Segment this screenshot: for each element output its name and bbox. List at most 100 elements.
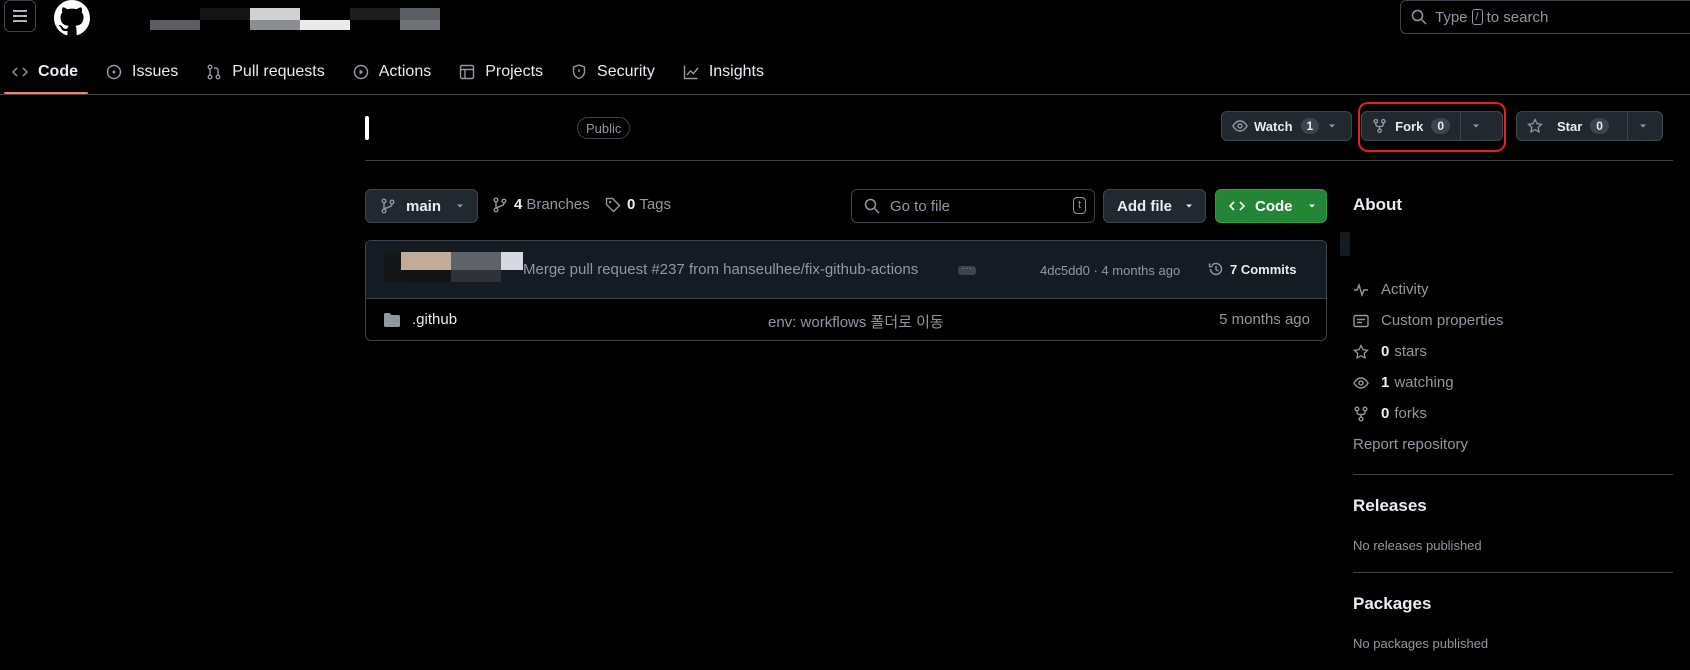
stars-link[interactable]: 0 stars bbox=[1353, 343, 1427, 360]
sidebar-divider bbox=[1353, 474, 1673, 475]
pulse-icon bbox=[1354, 282, 1368, 297]
eye-icon bbox=[1353, 376, 1369, 389]
file-table: Merge pull request #237 from hanseulhee/… bbox=[365, 240, 1327, 341]
star-dropdown[interactable] bbox=[1628, 112, 1658, 140]
star-icon bbox=[1353, 343, 1369, 359]
tags-link[interactable]: 0 Tags bbox=[605, 196, 671, 213]
file-name-link[interactable]: .github bbox=[412, 311, 457, 328]
repo-nav-tabs: Code Issues Pull requests Actions Projec… bbox=[0, 50, 780, 94]
go-to-file-placeholder: Go to file bbox=[890, 197, 951, 215]
file-commit-message[interactable]: env: workflows 폴더로 이동 bbox=[768, 311, 944, 332]
hamburger-icon bbox=[13, 10, 27, 22]
releases-note: No releases published bbox=[1353, 538, 1482, 553]
about-heading: About bbox=[1353, 195, 1403, 214]
add-file-button[interactable]: Add file bbox=[1103, 189, 1206, 223]
file-row[interactable]: .github env: workflows 폴더로 이동 5 months a… bbox=[366, 298, 1326, 342]
forks-link[interactable]: 0 forks bbox=[1353, 405, 1427, 422]
tab-label: Pull requests bbox=[232, 63, 325, 80]
expand-commit-button[interactable]: ··· bbox=[958, 264, 976, 275]
tab-label: Insights bbox=[708, 63, 764, 80]
star-button[interactable]: Star 0 bbox=[1516, 111, 1663, 141]
branch-select-button[interactable]: main bbox=[365, 189, 478, 223]
sidebar-divider bbox=[1353, 572, 1673, 573]
tab-label: Projects bbox=[485, 63, 544, 80]
packages-heading[interactable]: Packages bbox=[1353, 594, 1431, 614]
tab-code[interactable]: Code bbox=[0, 50, 88, 94]
issue-opened-icon bbox=[106, 64, 122, 80]
star-label: Star bbox=[1557, 118, 1583, 134]
tab-label: Actions bbox=[378, 63, 432, 80]
git-branch-icon bbox=[381, 198, 395, 214]
chevron-down-icon bbox=[457, 204, 464, 208]
folder-icon bbox=[384, 313, 400, 327]
branches-link[interactable]: 4 Branches bbox=[492, 196, 590, 213]
search-shortcut-key: / bbox=[1471, 9, 1483, 25]
tab-security[interactable]: Security bbox=[559, 50, 665, 94]
search-prefix: Type bbox=[1435, 8, 1468, 26]
tab-insights[interactable]: Insights bbox=[671, 50, 774, 94]
visibility-badge: Public bbox=[577, 117, 631, 139]
activity-label: Activity bbox=[1381, 281, 1429, 298]
commit-message-link[interactable]: Merge pull request #237 from hanseulhee/… bbox=[523, 261, 918, 278]
history-icon bbox=[1208, 262, 1223, 276]
tab-actions[interactable]: Actions bbox=[341, 50, 441, 94]
watch-label: Watch bbox=[1254, 118, 1293, 134]
tab-label: Issues bbox=[132, 63, 179, 80]
chevron-down-icon bbox=[1329, 124, 1336, 128]
stars-count: 0 bbox=[1381, 343, 1390, 360]
custom-properties-label: Custom properties bbox=[1381, 312, 1504, 329]
code-icon bbox=[12, 67, 28, 77]
tags-label: Tags bbox=[639, 196, 672, 213]
tab-projects[interactable]: Projects bbox=[447, 50, 553, 94]
play-icon bbox=[353, 64, 368, 80]
about-description-redacted bbox=[1340, 232, 1350, 256]
file-date: 5 months ago bbox=[1219, 311, 1310, 328]
note-icon bbox=[1353, 314, 1369, 327]
git-branch-icon bbox=[493, 197, 507, 212]
releases-heading[interactable]: Releases bbox=[1353, 496, 1427, 516]
menu-button[interactable] bbox=[4, 0, 36, 32]
tab-label: Code bbox=[38, 63, 78, 80]
watch-button[interactable]: Watch 1 bbox=[1221, 111, 1352, 141]
search-suffix: to search bbox=[1486, 8, 1549, 26]
graph-icon bbox=[683, 65, 699, 80]
github-logo-icon[interactable] bbox=[54, 0, 90, 36]
tab-label: Security bbox=[597, 63, 655, 80]
branches-count: 4 bbox=[514, 196, 523, 213]
code-button-label: Code bbox=[1255, 197, 1293, 215]
tab-issues[interactable]: Issues bbox=[94, 50, 188, 94]
code-icon bbox=[1229, 201, 1245, 211]
commit-meta[interactable]: 4dc5dd0 · 4 months ago bbox=[1040, 263, 1180, 278]
chevron-down-icon bbox=[1640, 124, 1646, 128]
search-icon bbox=[864, 198, 880, 214]
custom-properties-link[interactable]: Custom properties bbox=[1353, 312, 1504, 329]
report-repository-link[interactable]: Report repository bbox=[1353, 436, 1468, 453]
chevron-down-icon bbox=[1186, 204, 1192, 208]
go-to-file-input[interactable]: Go to file t bbox=[851, 189, 1095, 223]
fork-highlight-annotation bbox=[1358, 102, 1506, 152]
commits-label: 7 Commits bbox=[1230, 261, 1297, 277]
tag-icon bbox=[605, 197, 621, 212]
latest-commit-row: Merge pull request #237 from hanseulhee/… bbox=[366, 241, 1326, 299]
watch-count: 1 bbox=[1300, 118, 1320, 134]
search-input[interactable]: Type / to search bbox=[1400, 0, 1690, 34]
branch-name: main bbox=[406, 197, 442, 215]
activity-link[interactable]: Activity bbox=[1353, 281, 1429, 298]
star-count: 0 bbox=[1590, 118, 1609, 134]
branches-label: Branches bbox=[526, 196, 590, 213]
repo-name-redacted bbox=[365, 116, 369, 140]
forks-label: forks bbox=[1394, 405, 1427, 422]
watching-label: watching bbox=[1394, 374, 1454, 391]
commits-history-link[interactable]: 7 Commits bbox=[1208, 261, 1296, 277]
search-icon bbox=[1411, 9, 1427, 25]
table-icon bbox=[460, 64, 475, 80]
tab-pull-requests[interactable]: Pull requests bbox=[194, 50, 335, 94]
code-button[interactable]: Code bbox=[1215, 189, 1327, 223]
chevron-down-icon bbox=[1308, 204, 1315, 208]
eye-icon bbox=[1232, 120, 1248, 132]
report-repository-label: Report repository bbox=[1353, 436, 1469, 453]
forks-count: 0 bbox=[1381, 405, 1390, 422]
watching-link[interactable]: 1 watching bbox=[1353, 374, 1454, 391]
git-pull-request-icon bbox=[207, 64, 221, 80]
go-to-file-shortcut: t bbox=[1072, 197, 1086, 214]
